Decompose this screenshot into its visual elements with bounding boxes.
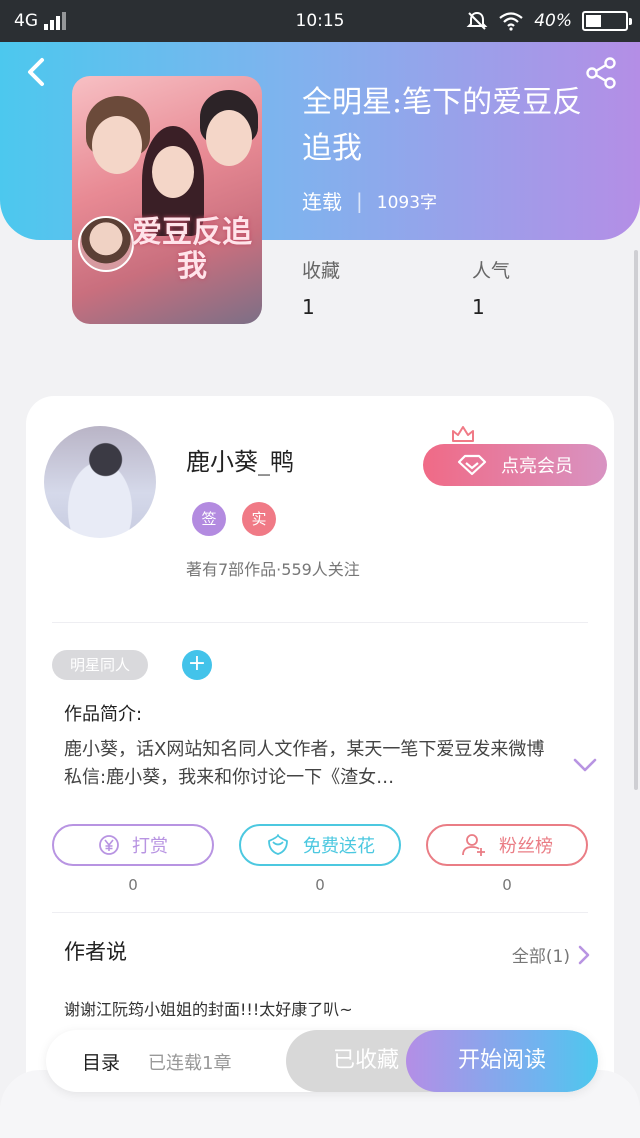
signed-badge: 签 bbox=[192, 502, 226, 536]
stat-value: 1 bbox=[472, 295, 485, 319]
book-title: 全明星:笔下的爱豆反追我 bbox=[302, 85, 583, 166]
send-flower-label: 免费送花 bbox=[303, 836, 375, 857]
scrollbar[interactable] bbox=[634, 250, 638, 790]
toc-button[interactable]: 目录 bbox=[82, 1048, 120, 1075]
tip-label: 打赏 bbox=[132, 836, 168, 857]
status-icons: 40% bbox=[466, 10, 632, 32]
crown-icon bbox=[452, 426, 474, 442]
fans-ranking-label: 粉丝榜 bbox=[499, 836, 553, 857]
cover-title: 爱豆反追我 bbox=[132, 215, 252, 284]
author-avatar[interactable] bbox=[44, 426, 156, 538]
battery-icon bbox=[582, 11, 632, 31]
diamond-icon bbox=[457, 454, 487, 476]
chevron-right-icon bbox=[578, 945, 590, 964]
chevron-down-icon[interactable] bbox=[572, 756, 598, 774]
wifi-icon bbox=[499, 12, 523, 31]
author-says-all-link[interactable]: 全部(1) bbox=[512, 942, 590, 967]
word-count: 1093字 bbox=[376, 193, 438, 213]
yen-icon bbox=[99, 835, 119, 855]
author-says-title: 作者说 bbox=[64, 940, 127, 964]
status-bar: 4G 10:15 40% bbox=[0, 0, 640, 42]
author-says-all-label: 全部(1) bbox=[511, 947, 570, 967]
author-works-info: 著有7部作品·559人关注 bbox=[186, 560, 360, 579]
stat-value: 1 bbox=[302, 295, 315, 319]
intro-text: 鹿小葵，话X网站知名同人文作者，某天一笔下爱豆发来微博私信:鹿小葵，我来和你讨论… bbox=[64, 739, 545, 788]
genre-tag[interactable]: 明星同人 bbox=[52, 650, 148, 680]
divider bbox=[52, 622, 588, 623]
toc-status: 已连载1章 bbox=[148, 1053, 232, 1074]
stat-label: 收藏 bbox=[302, 260, 341, 282]
vip-button[interactable]: 点亮会员 bbox=[423, 444, 607, 486]
bottom-action-bar: 目录 已连载1章 已收藏 开始阅读 bbox=[46, 1030, 598, 1092]
author-name[interactable]: 鹿小葵_鸭 bbox=[186, 442, 294, 477]
tip-button[interactable]: 打赏 bbox=[52, 824, 214, 866]
mute-icon bbox=[466, 11, 488, 30]
verified-badge: 实 bbox=[242, 502, 276, 536]
fans-icon bbox=[462, 834, 485, 856]
meta-divider: | bbox=[356, 188, 363, 213]
fans-count: 0 bbox=[502, 876, 512, 894]
fans-ranking-button[interactable]: 粉丝榜 bbox=[426, 824, 588, 866]
book-cover[interactable]: 爱豆反追我 bbox=[72, 76, 262, 324]
divider bbox=[52, 912, 588, 913]
start-reading-button[interactable]: 开始阅读 bbox=[406, 1030, 598, 1092]
stat-favorites: 收藏 1 bbox=[302, 256, 340, 319]
author-says-text: 谢谢江阮筠小姐姐的封面!!!太好康了叭~ bbox=[64, 1000, 353, 1019]
stat-label: 人气 bbox=[472, 260, 511, 282]
battery-percent: 40% bbox=[534, 11, 572, 31]
add-tag-button[interactable]: + bbox=[182, 650, 212, 680]
send-flower-button[interactable]: 免费送花 bbox=[239, 824, 401, 866]
vip-button-label: 点亮会员 bbox=[501, 456, 573, 477]
serial-status: 连载 bbox=[302, 190, 342, 214]
flower-count: 0 bbox=[315, 876, 325, 894]
back-arrow-icon[interactable] bbox=[22, 56, 54, 88]
stat-popularity: 人气 1 bbox=[472, 256, 510, 319]
tip-count: 0 bbox=[128, 876, 138, 894]
flower-icon bbox=[268, 834, 288, 855]
cover-avatar bbox=[78, 216, 134, 272]
intro-title: 作品简介: bbox=[64, 704, 143, 725]
book-meta: 连载 | 1093字 bbox=[302, 186, 437, 215]
